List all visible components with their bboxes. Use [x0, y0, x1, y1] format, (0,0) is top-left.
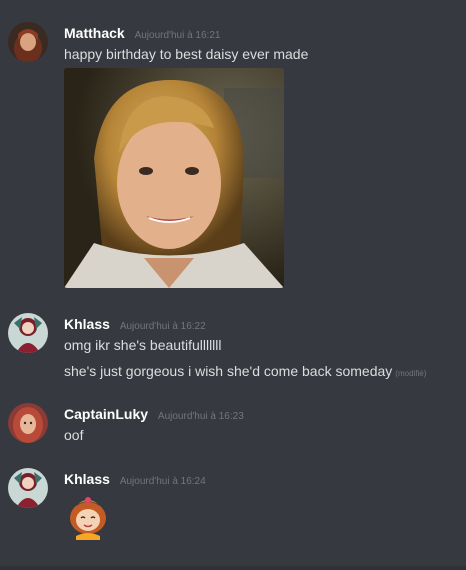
avatar[interactable]	[8, 313, 48, 353]
edited-label: (modifié)	[395, 369, 427, 378]
username[interactable]: Khlass	[64, 471, 110, 487]
attached-image[interactable]	[64, 68, 284, 288]
avatar[interactable]	[8, 22, 48, 62]
timestamp: Aujourd'hui à 16:23	[157, 411, 244, 422]
message-text: happy birthday to best daisy ever made	[64, 46, 309, 62]
avatar[interactable]	[8, 468, 48, 508]
timestamp: Aujourd'hui à 16:24	[119, 476, 206, 487]
username[interactable]: Khlass	[64, 316, 110, 332]
message-text: oof	[64, 427, 84, 443]
message-text: omg ikr she's beautifulllllll	[64, 337, 222, 353]
timestamp: Aujourd'hui à 16:22	[119, 321, 206, 332]
custom-emoji[interactable]	[64, 492, 112, 540]
bottom-divider	[0, 566, 466, 570]
avatar[interactable]	[8, 403, 48, 443]
username[interactable]: CaptainLuky	[64, 406, 148, 422]
message-text-body: she's just gorgeous i wish she'd come ba…	[64, 363, 393, 379]
username[interactable]: Matthack	[64, 25, 125, 41]
message-text: she's just gorgeous i wish she'd come ba…	[64, 363, 426, 379]
timestamp: Aujourd'hui à 16:21	[134, 30, 221, 41]
